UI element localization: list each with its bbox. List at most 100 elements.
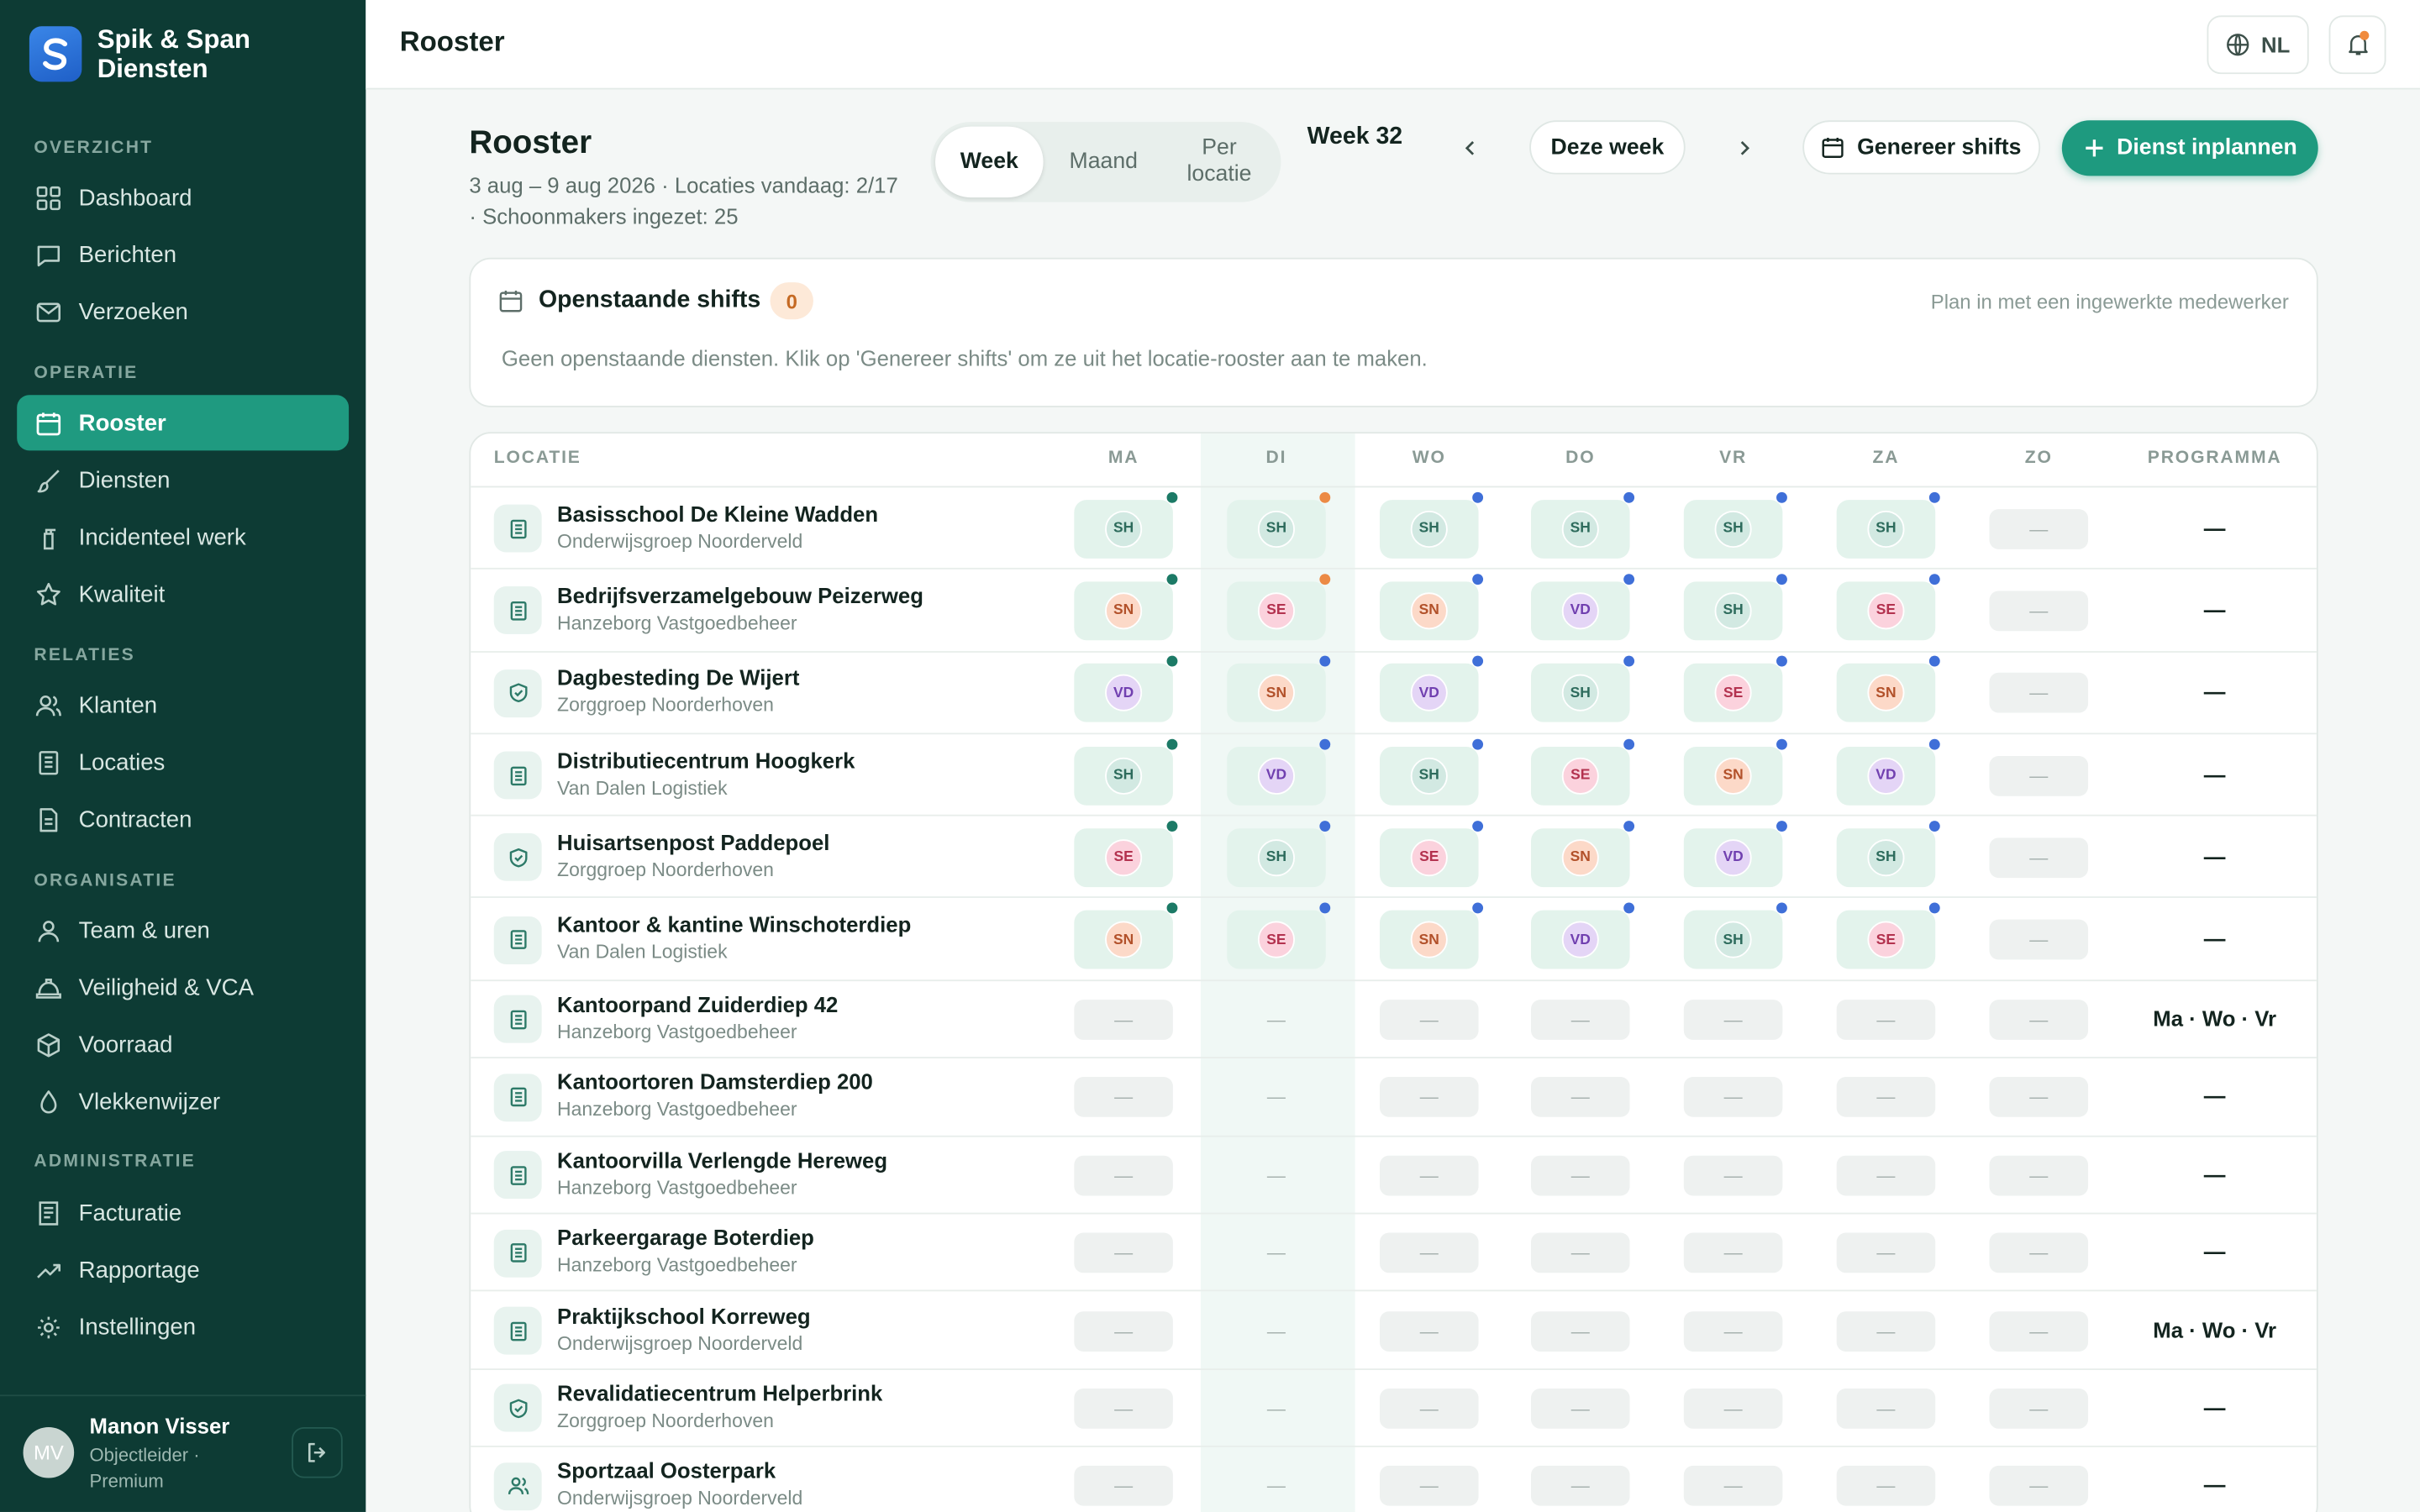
this-week-button[interactable]: Deze week (1529, 120, 1686, 175)
table-row[interactable]: Kantoorpand Zuiderdiep 42 Hanzeborg Vastg… (471, 981, 2317, 1059)
table-row[interactable]: Parkeergarage Boterdiep Hanzeborg Vastgoe… (471, 1214, 2317, 1293)
shift-cell[interactable]: SN (1683, 738, 1787, 805)
table-row[interactable]: Kantoorvilla Verlengde Hereweg Hanzeborg … (471, 1137, 2317, 1215)
shift-cell[interactable]: SN (1531, 820, 1635, 887)
empty-shift-cell[interactable]: — (1683, 1232, 1783, 1273)
sidebar-item-kwaliteit[interactable]: Kwaliteit (17, 566, 349, 622)
empty-shift-cell[interactable]: — (1531, 1000, 1630, 1040)
shift-cell[interactable]: SE (1227, 902, 1331, 969)
sidebar-item-incidenteel-werk[interactable]: Incidenteel werk (17, 509, 349, 564)
empty-shift-cell[interactable]: — (1989, 1466, 2089, 1507)
empty-shift-cell[interactable]: — (1531, 1466, 1630, 1507)
table-row[interactable]: Huisartsenpost Paddepoel Zorggroep Noorde… (471, 816, 2317, 899)
location-name[interactable]: Kantoor & kantine Winschoterdiep (557, 912, 911, 937)
empty-shift-cell[interactable]: — (1836, 1389, 1936, 1429)
empty-shift-cell[interactable]: — (1227, 1000, 1326, 1040)
empty-shift-cell[interactable]: — (1683, 1310, 1783, 1352)
shift-cell[interactable]: SH (1683, 574, 1787, 641)
shift-cell[interactable]: SE (1531, 738, 1635, 805)
empty-shift-cell[interactable]: — (1074, 1466, 1173, 1507)
empty-shift-cell[interactable]: — (1531, 1232, 1630, 1273)
empty-shift-cell[interactable]: — (1836, 1466, 1936, 1507)
empty-shift-cell[interactable]: — (1836, 1155, 1936, 1196)
empty-shift-cell[interactable]: — (1989, 1389, 2089, 1429)
shift-cell[interactable]: SE (1074, 820, 1178, 887)
empty-shift-cell[interactable]: — (1836, 1232, 1936, 1273)
shift-cell[interactable]: SE (1227, 574, 1331, 641)
shift-cell[interactable]: SH (1683, 491, 1787, 559)
sidebar-item-verzoeken[interactable]: Verzoeken (17, 284, 349, 339)
location-name[interactable]: Bedrijfsverzamelgebouw Peizerweg (557, 583, 923, 607)
sidebar-item-veiligheid[interactable]: Veiligheid & VCA (17, 959, 349, 1015)
location-name[interactable]: Kantoorpand Zuiderdiep 42 (557, 992, 838, 1016)
empty-shift-cell[interactable]: — (1074, 1389, 1173, 1429)
location-name[interactable]: Sportzaal Oosterpark (557, 1458, 776, 1483)
empty-shift-cell[interactable]: — (1989, 837, 2089, 878)
empty-shift-cell[interactable]: — (1989, 508, 2089, 549)
table-row[interactable]: Distributiecentrum Hoogkerk Van Dalen Log… (471, 734, 2317, 816)
empty-shift-cell[interactable]: — (1989, 1155, 2089, 1196)
sidebar-item-voorraad[interactable]: Voorraad (17, 1016, 349, 1072)
shift-cell[interactable]: SH (1380, 738, 1484, 805)
table-row[interactable]: Basisschool De Kleine Wadden Onderwijsgro… (471, 487, 2317, 570)
empty-shift-cell[interactable]: — (1074, 1232, 1173, 1273)
shift-cell[interactable]: SH (1836, 820, 1940, 887)
logout-button[interactable] (292, 1426, 343, 1478)
empty-shift-cell[interactable]: — (1227, 1389, 1326, 1429)
empty-shift-cell[interactable]: — (1531, 1389, 1630, 1429)
sidebar-item-diensten[interactable]: Diensten (17, 452, 349, 507)
sidebar-item-locaties[interactable]: Locaties (17, 734, 349, 790)
sidebar-item-instellingen[interactable]: Instellingen (17, 1299, 349, 1355)
empty-shift-cell[interactable]: — (1531, 1310, 1630, 1352)
empty-shift-cell[interactable]: — (1531, 1155, 1630, 1196)
brand[interactable]: Spik & Span Diensten (29, 24, 282, 83)
shift-cell[interactable]: SH (1227, 491, 1331, 559)
avatar[interactable]: MV (23, 1426, 75, 1478)
empty-shift-cell[interactable]: — (1074, 1155, 1173, 1196)
table-row[interactable]: Revalidatiecentrum Helperbrink Zorggroep … (471, 1370, 2317, 1448)
table-row[interactable]: Kantoor & kantine Winschoterdiep Van Dale… (471, 899, 2317, 981)
shift-cell[interactable]: SN (1380, 902, 1484, 969)
table-row[interactable]: Bedrijfsverzamelgebouw Peizerweg Hanzebor… (471, 570, 2317, 653)
empty-shift-cell[interactable]: — (1380, 1077, 1479, 1118)
table-row[interactable]: Sportzaal Oosterpark Onderwijsgroep Noord… (471, 1447, 2317, 1512)
shift-cell[interactable]: SN (1836, 656, 1940, 723)
empty-shift-cell[interactable]: — (1074, 1000, 1173, 1040)
tab-week[interactable]: Week (935, 126, 1044, 198)
shift-cell[interactable]: VD (1074, 656, 1178, 723)
shift-cell[interactable]: SN (1380, 574, 1484, 641)
empty-shift-cell[interactable]: — (1989, 919, 2089, 960)
plan-shift-button[interactable]: Dienst inplannen (2061, 120, 2318, 176)
language-button[interactable]: NL (2207, 15, 2309, 75)
empty-shift-cell[interactable]: — (1989, 1232, 2089, 1273)
location-name[interactable]: Huisartsenpost Paddepoel (557, 830, 829, 854)
sidebar-item-dashboard[interactable]: Dashboard (17, 170, 349, 225)
empty-shift-cell[interactable]: — (1836, 1077, 1936, 1118)
empty-shift-cell[interactable]: — (1227, 1078, 1326, 1118)
empty-shift-cell[interactable]: — (1380, 1310, 1479, 1352)
shift-cell[interactable]: VD (1836, 738, 1940, 805)
empty-shift-cell[interactable]: — (1836, 1000, 1936, 1040)
shift-cell[interactable]: SH (1380, 491, 1484, 559)
sidebar-item-team-uren[interactable]: Team & uren (17, 902, 349, 958)
empty-shift-cell[interactable]: — (1074, 1310, 1173, 1352)
sidebar-item-facturatie[interactable]: Facturatie (17, 1185, 349, 1241)
empty-shift-cell[interactable]: — (1227, 1310, 1326, 1351)
empty-shift-cell[interactable]: — (1531, 1077, 1630, 1118)
shift-cell[interactable]: VD (1531, 902, 1635, 969)
empty-shift-cell[interactable]: — (1380, 1389, 1479, 1429)
empty-shift-cell[interactable]: — (1683, 1155, 1783, 1196)
sidebar-item-rooster[interactable]: Rooster (17, 395, 350, 451)
sidebar-item-berichten[interactable]: Berichten (17, 227, 349, 282)
empty-shift-cell[interactable]: — (1380, 1232, 1479, 1273)
shift-cell[interactable]: VD (1531, 574, 1635, 641)
shift-cell[interactable]: SH (1531, 656, 1635, 723)
empty-shift-cell[interactable]: — (1683, 1077, 1783, 1118)
empty-shift-cell[interactable]: — (1836, 1310, 1936, 1352)
sidebar-item-klanten[interactable]: Klanten (17, 677, 349, 732)
tab-per-locatie[interactable]: Per locatie (1164, 127, 1275, 197)
tab-maand[interactable]: Maand (1044, 127, 1164, 197)
shift-cell[interactable]: SE (1683, 656, 1787, 723)
empty-shift-cell[interactable]: — (1683, 1466, 1783, 1507)
empty-shift-cell[interactable]: — (1683, 1389, 1783, 1429)
